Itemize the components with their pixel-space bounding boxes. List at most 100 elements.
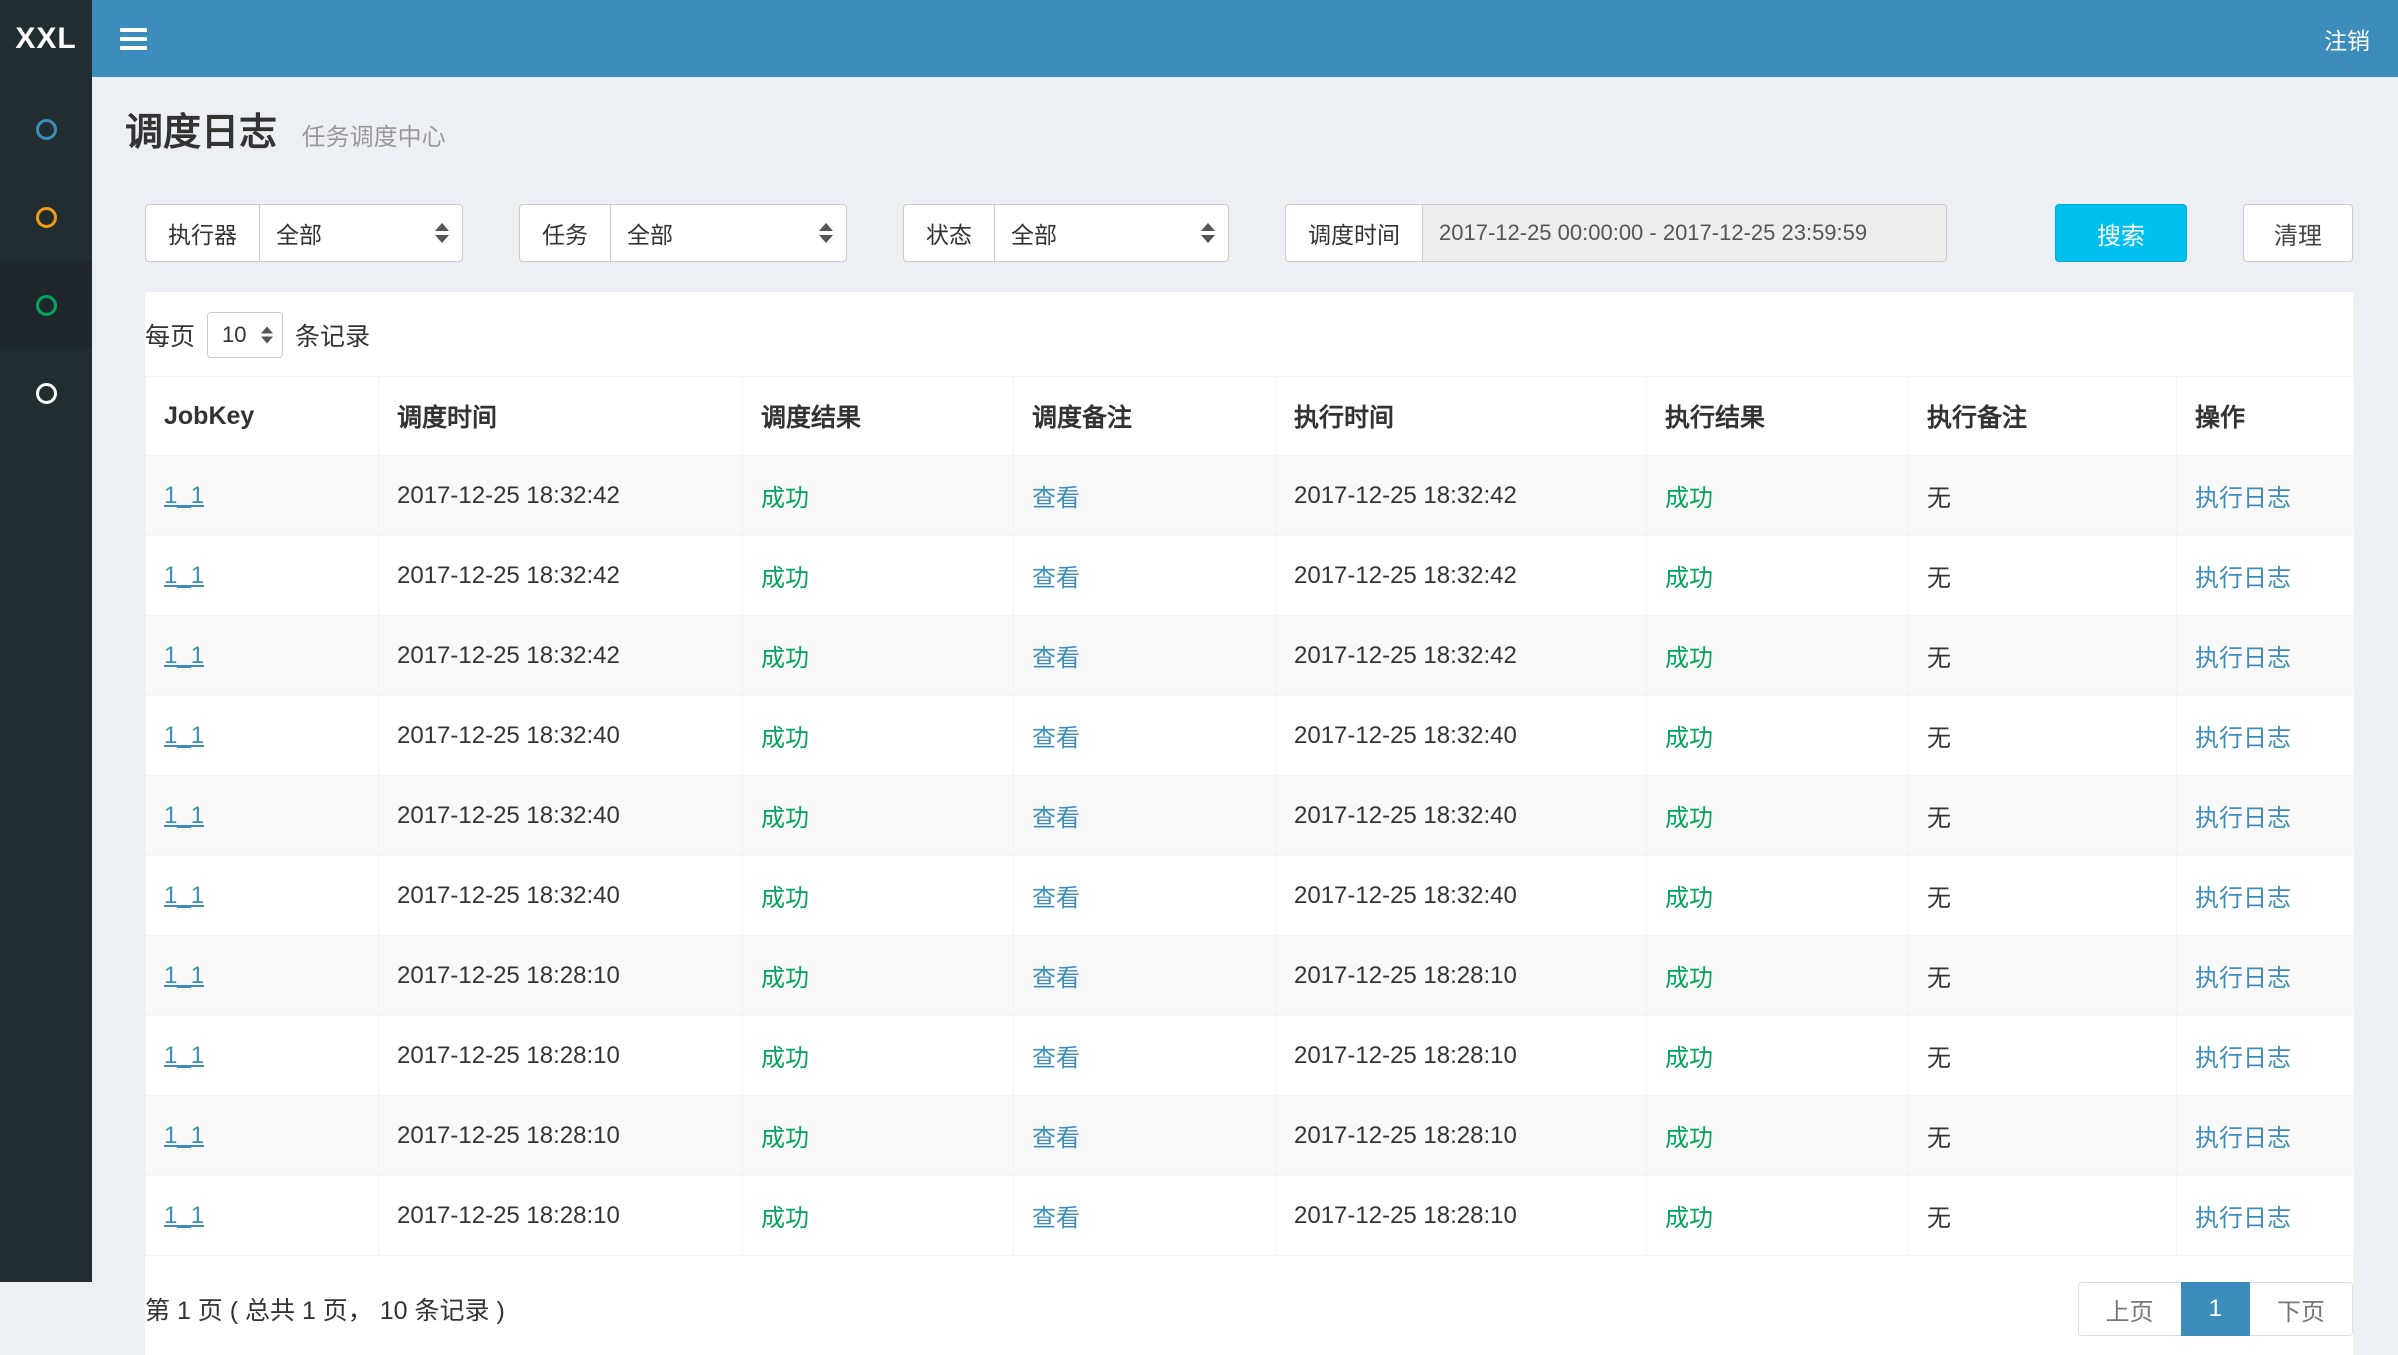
log-table-box: 每页 10 条记录 JobKey 调度时间 调度结果 调度备注 执行时间 执行结…	[145, 292, 2353, 1355]
executor-filter-label: 执行器	[145, 204, 259, 262]
sidebar-toggle-button[interactable]	[92, 0, 175, 77]
executor-select[interactable]: 全部	[259, 204, 463, 262]
exec-log-link[interactable]: 执行日志	[2195, 885, 2291, 912]
log-table: JobKey 调度时间 调度结果 调度备注 执行时间 执行结果 执行备注 操作 …	[145, 376, 2354, 1256]
exec-log-link[interactable]: 执行日志	[2195, 645, 2291, 672]
time-filter-label: 调度时间	[1285, 204, 1422, 262]
dispatch-remark-link[interactable]: 查看	[1032, 805, 1080, 832]
exec-result-text: 成功	[1665, 485, 1713, 512]
page-size-value: 10	[222, 322, 246, 348]
dispatch-remark-link[interactable]: 查看	[1032, 485, 1080, 512]
next-page-button[interactable]: 下页	[2249, 1282, 2353, 1336]
table-row: 1_1 2017-12-25 18:28:10 成功 查看 2017-12-25…	[146, 1176, 2354, 1256]
dispatch-result-text: 成功	[761, 645, 809, 672]
status-filter-label: 状态	[903, 204, 994, 262]
top-navbar: XXL 注销	[0, 0, 2398, 77]
jobkey-link[interactable]: 1_1	[164, 1202, 204, 1229]
dispatch-remark-link[interactable]: 查看	[1032, 565, 1080, 592]
dispatch-time-text: 2017-12-25 18:32:40	[397, 882, 620, 909]
dispatch-result-text: 成功	[761, 965, 809, 992]
dispatch-remark-link[interactable]: 查看	[1032, 1045, 1080, 1072]
exec-remark-text: 无	[1927, 1205, 1951, 1232]
jobkey-link[interactable]: 1_1	[164, 722, 204, 749]
exec-log-link[interactable]: 执行日志	[2195, 805, 2291, 832]
circle-outline-icon	[36, 383, 57, 404]
prev-page-button[interactable]: 上页	[2078, 1282, 2182, 1336]
exec-result-text: 成功	[1665, 1125, 1713, 1152]
jobkey-link[interactable]: 1_1	[164, 482, 204, 509]
exec-result-text: 成功	[1665, 1205, 1713, 1232]
search-button[interactable]: 搜索	[2055, 204, 2187, 262]
logout-link[interactable]: 注销	[2296, 0, 2398, 77]
column-header-exec-remark[interactable]: 执行备注	[1909, 377, 2177, 456]
page-1-button[interactable]: 1	[2181, 1282, 2250, 1336]
exec-result-text: 成功	[1665, 565, 1713, 592]
circle-outline-icon	[36, 207, 57, 228]
exec-remark-text: 无	[1927, 645, 1951, 672]
exec-time-text: 2017-12-25 18:32:42	[1294, 642, 1517, 669]
dispatch-time-text: 2017-12-25 18:32:42	[397, 642, 620, 669]
time-range-input[interactable]	[1422, 204, 1947, 262]
column-header-jobkey[interactable]: JobKey	[146, 377, 379, 456]
exec-time-text: 2017-12-25 18:28:10	[1294, 962, 1517, 989]
exec-time-text: 2017-12-25 18:28:10	[1294, 1202, 1517, 1229]
exec-remark-text: 无	[1927, 1125, 1951, 1152]
clear-button[interactable]: 清理	[2243, 204, 2353, 262]
exec-log-link[interactable]: 执行日志	[2195, 565, 2291, 592]
job-select[interactable]: 全部	[610, 204, 847, 262]
jobkey-link[interactable]: 1_1	[164, 962, 204, 989]
dispatch-remark-link[interactable]: 查看	[1032, 1205, 1080, 1232]
exec-time-text: 2017-12-25 18:32:40	[1294, 722, 1517, 749]
page-size-select[interactable]: 10	[207, 312, 283, 358]
content-header: 调度日志 任务调度中心	[92, 77, 2398, 160]
exec-remark-text: 无	[1927, 805, 1951, 832]
column-header-exec-time[interactable]: 执行时间	[1276, 377, 1647, 456]
jobkey-link[interactable]: 1_1	[164, 642, 204, 669]
dispatch-remark-link[interactable]: 查看	[1032, 1125, 1080, 1152]
exec-log-link[interactable]: 执行日志	[2195, 1125, 2291, 1152]
dispatch-time-text: 2017-12-25 18:28:10	[397, 1042, 620, 1069]
sidebar-item-4[interactable]	[0, 349, 92, 437]
column-header-exec-result[interactable]: 执行结果	[1647, 377, 1909, 456]
exec-log-link[interactable]: 执行日志	[2195, 1045, 2291, 1072]
jobkey-link[interactable]: 1_1	[164, 562, 204, 589]
dispatch-remark-link[interactable]: 查看	[1032, 645, 1080, 672]
status-filter-group: 状态 全部	[903, 204, 1229, 262]
exec-result-text: 成功	[1665, 725, 1713, 752]
exec-result-text: 成功	[1665, 1045, 1713, 1072]
exec-log-link[interactable]: 执行日志	[2195, 965, 2291, 992]
dispatch-remark-link[interactable]: 查看	[1032, 885, 1080, 912]
dispatch-time-text: 2017-12-25 18:32:40	[397, 802, 620, 829]
dispatch-remark-link[interactable]: 查看	[1032, 965, 1080, 992]
hamburger-icon	[120, 28, 147, 50]
table-row: 1_1 2017-12-25 18:32:42 成功 查看 2017-12-25…	[146, 456, 2354, 536]
job-filter-label: 任务	[519, 204, 610, 262]
column-header-dispatch-remark[interactable]: 调度备注	[1014, 377, 1276, 456]
column-header-action[interactable]: 操作	[2177, 377, 2354, 456]
exec-log-link[interactable]: 执行日志	[2195, 1205, 2291, 1232]
column-header-dispatch-result[interactable]: 调度结果	[743, 377, 1014, 456]
select-arrows-icon	[261, 327, 273, 344]
sidebar-item-3[interactable]	[0, 261, 92, 349]
column-header-dispatch-time[interactable]: 调度时间	[379, 377, 743, 456]
exec-log-link[interactable]: 执行日志	[2195, 485, 2291, 512]
exec-time-text: 2017-12-25 18:28:10	[1294, 1042, 1517, 1069]
sidebar-item-2[interactable]	[0, 173, 92, 261]
jobkey-link[interactable]: 1_1	[164, 1042, 204, 1069]
content-area: 调度日志 任务调度中心 执行器 全部 任务 全部 状态 全部	[92, 77, 2398, 1282]
sidebar-item-1[interactable]	[0, 85, 92, 173]
jobkey-link[interactable]: 1_1	[164, 802, 204, 829]
filter-bar: 执行器 全部 任务 全部 状态 全部 调度时间 搜索 清理	[145, 204, 2353, 262]
jobkey-link[interactable]: 1_1	[164, 1122, 204, 1149]
dispatch-result-text: 成功	[761, 1045, 809, 1072]
exec-log-link[interactable]: 执行日志	[2195, 725, 2291, 752]
table-row: 1_1 2017-12-25 18:32:40 成功 查看 2017-12-25…	[146, 856, 2354, 936]
jobkey-link[interactable]: 1_1	[164, 882, 204, 909]
dispatch-remark-link[interactable]: 查看	[1032, 725, 1080, 752]
status-select[interactable]: 全部	[994, 204, 1229, 262]
page-size-prefix: 每页	[145, 317, 195, 353]
app-logo[interactable]: XXL	[0, 0, 92, 77]
dispatch-time-text: 2017-12-25 18:28:10	[397, 962, 620, 989]
exec-time-text: 2017-12-25 18:32:40	[1294, 802, 1517, 829]
table-row: 1_1 2017-12-25 18:28:10 成功 查看 2017-12-25…	[146, 1096, 2354, 1176]
